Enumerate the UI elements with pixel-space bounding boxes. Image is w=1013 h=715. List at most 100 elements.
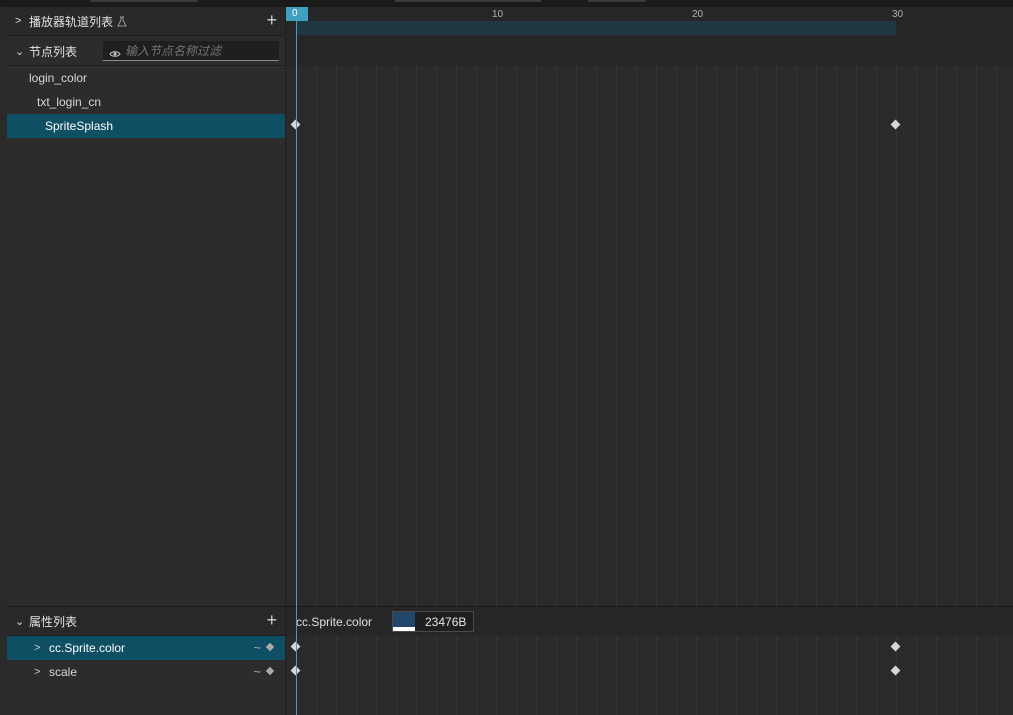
grid-line <box>396 66 397 606</box>
grid-line <box>756 636 757 715</box>
grid-line <box>516 636 517 715</box>
grid-line <box>556 636 557 715</box>
grid-line <box>956 636 957 715</box>
timeline-ruler[interactable]: 0 10 20 30 <box>286 7 1013 35</box>
grid-line <box>556 66 557 606</box>
node-item-txt-login-cn[interactable]: txt_login_cn <box>7 90 285 114</box>
grid-line <box>356 66 357 606</box>
grid-line <box>856 636 857 715</box>
grid-line <box>516 66 517 606</box>
property-label: cc.Sprite.color <box>49 641 126 655</box>
track-header-bar <box>286 36 1013 66</box>
grid-line <box>576 636 577 715</box>
node-filter-box[interactable] <box>103 41 279 61</box>
grid-line <box>696 66 697 606</box>
grid-line <box>816 636 817 715</box>
chevron-down-icon[interactable]: ⌄ <box>15 45 25 58</box>
color-swatch[interactable] <box>393 612 415 631</box>
grid-line <box>796 66 797 606</box>
grid-line <box>736 66 737 606</box>
chevron-down-icon[interactable]: ⌄ <box>15 615 25 628</box>
playhead-line[interactable] <box>296 21 297 715</box>
grid-line <box>356 636 357 715</box>
grid-line <box>336 636 337 715</box>
property-editor-bar: cc.Sprite.color 23476B <box>286 607 1013 636</box>
keyframe-icon[interactable] <box>265 666 275 676</box>
grid-line <box>896 66 897 606</box>
property-list-title: 属性列表 <box>29 614 78 629</box>
grid-line <box>676 636 677 715</box>
property-item-scale[interactable]: > scale ~ <box>7 660 285 684</box>
grid-line <box>376 636 377 715</box>
node-label: SpriteSplash <box>45 119 114 133</box>
node-filter-input[interactable] <box>125 43 265 58</box>
color-hex-value[interactable]: 23476B <box>425 615 466 629</box>
top-tab-indicator <box>395 0 541 2</box>
grid-line <box>496 66 497 606</box>
grid-line <box>576 66 577 606</box>
top-tab-indicator <box>90 0 198 2</box>
current-frame-marker[interactable]: 0 <box>286 7 308 21</box>
chevron-right-icon[interactable]: > <box>34 660 40 684</box>
grid-line <box>436 66 437 606</box>
grid-line <box>936 636 937 715</box>
grid-line <box>716 66 717 606</box>
chevron-right-icon[interactable]: > <box>34 636 40 660</box>
grid-line <box>496 636 497 715</box>
grid-line <box>976 66 977 606</box>
grid-line <box>416 636 417 715</box>
node-item-login-color[interactable]: login_color <box>7 66 285 90</box>
player-tracks-header[interactable]: > 播放器轨道列表 + <box>7 7 285 36</box>
grid-line <box>696 636 697 715</box>
property-item-sprite-color[interactable]: > cc.Sprite.color ~ <box>7 636 285 660</box>
keyframe-marker[interactable] <box>890 641 901 652</box>
top-tab-indicator <box>588 0 646 2</box>
color-picker[interactable]: 23476B <box>392 611 474 632</box>
grid-line <box>336 66 337 606</box>
eye-icon[interactable] <box>109 47 121 57</box>
chevron-right-icon[interactable]: > <box>15 15 25 27</box>
property-keyframe-grid[interactable] <box>286 636 1013 715</box>
grid-line <box>816 66 817 606</box>
grid-line <box>716 636 717 715</box>
grid-line <box>536 66 537 606</box>
node-keyframe-grid[interactable] <box>286 66 1013 606</box>
curve-icon[interactable]: ~ <box>253 660 261 684</box>
keyframe-marker[interactable] <box>890 665 901 676</box>
grid-line <box>376 66 377 606</box>
grid-line <box>756 66 757 606</box>
beaker-icon[interactable] <box>117 16 127 27</box>
grid-line <box>616 66 617 606</box>
player-tracks-title: 播放器轨道列表 <box>29 14 114 29</box>
keyframe-icon[interactable] <box>265 642 275 652</box>
grid-line <box>796 636 797 715</box>
grid-line <box>836 636 837 715</box>
add-property-button[interactable]: + <box>266 611 277 629</box>
ruler-tick-label: 10 <box>492 9 504 20</box>
alpha-bar <box>393 627 415 631</box>
play-range <box>296 21 896 35</box>
grid-line <box>836 66 837 606</box>
grid-line <box>396 636 397 715</box>
grid-line <box>476 66 477 606</box>
grid-line <box>776 66 777 606</box>
grid-line <box>616 636 617 715</box>
add-track-button[interactable]: + <box>266 11 277 29</box>
grid-line <box>456 66 457 606</box>
ruler-tick-label: 20 <box>692 9 704 20</box>
grid-line <box>996 636 997 715</box>
top-window-strip <box>0 0 1013 7</box>
node-item-spritesplash[interactable]: SpriteSplash <box>7 114 285 138</box>
grid-line <box>876 636 877 715</box>
grid-line <box>316 636 317 715</box>
grid-line <box>656 66 657 606</box>
property-label: scale <box>49 665 78 679</box>
grid-line <box>956 66 957 606</box>
grid-line <box>416 66 417 606</box>
curve-icon[interactable]: ~ <box>253 636 261 660</box>
grid-line <box>776 636 777 715</box>
node-label: login_color <box>29 71 88 85</box>
grid-line <box>596 636 597 715</box>
keyframe-marker[interactable] <box>890 119 901 130</box>
grid-line <box>876 66 877 606</box>
